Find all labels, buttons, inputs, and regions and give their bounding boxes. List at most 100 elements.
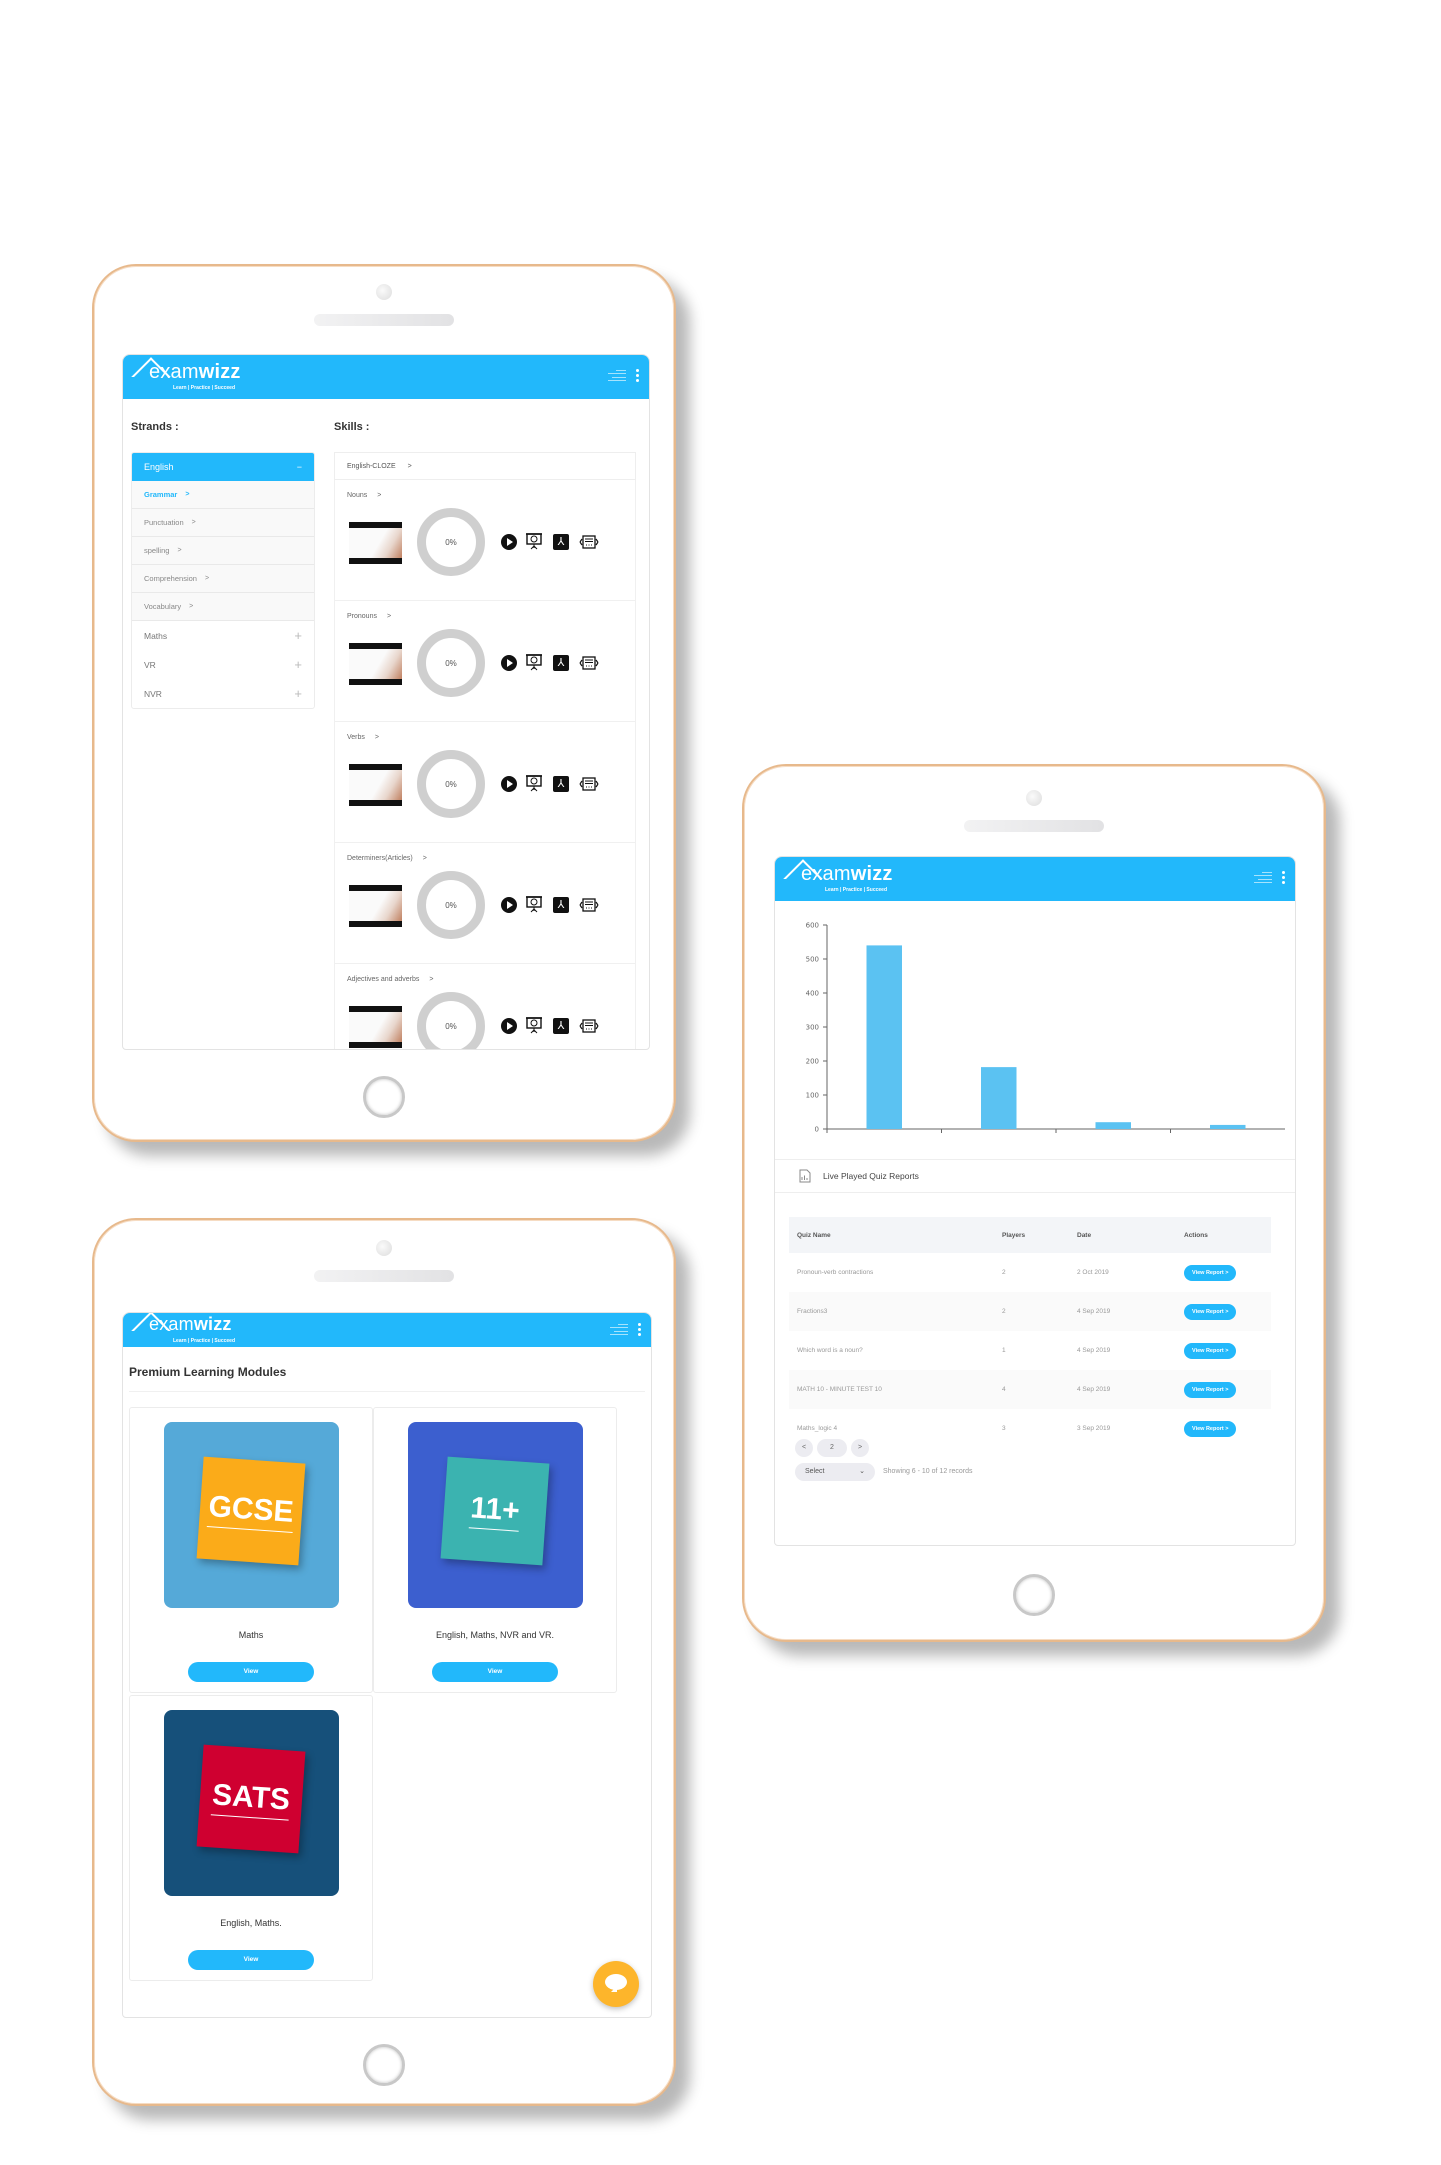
- view-module-button[interactable]: View: [188, 1950, 314, 1970]
- embed-worksheet-icon[interactable]: [577, 655, 601, 671]
- pdf-icon[interactable]: ⅄: [553, 655, 569, 671]
- presentation-icon[interactable]: [525, 895, 543, 913]
- view-report-button[interactable]: View Report >: [1184, 1342, 1237, 1359]
- progress-ring: 0%: [417, 629, 485, 697]
- video-thumbnail[interactable]: [349, 522, 402, 564]
- next-page-button[interactable]: >: [851, 1439, 869, 1457]
- view-module-button[interactable]: View: [432, 1662, 558, 1682]
- progress-value: 0%: [445, 779, 457, 789]
- page-2-button[interactable]: 2: [817, 1439, 847, 1457]
- expand-icon[interactable]: +: [294, 686, 302, 701]
- strand-vr[interactable]: VR +: [132, 650, 314, 679]
- y-tick-label: 300: [806, 1024, 819, 1032]
- examwizz-logo[interactable]: examwizz Learn | Practice | Succeed: [131, 357, 263, 397]
- skill-name-link[interactable]: Verbs >: [347, 734, 379, 741]
- strand-subitem-spelling[interactable]: spelling >: [132, 537, 314, 565]
- skill-name-link[interactable]: Pronouns >: [347, 613, 391, 620]
- logo-text-bold: wizz: [850, 863, 893, 885]
- strand-subitem-punctuation[interactable]: Punctuation >: [132, 509, 314, 537]
- report-file-icon: [799, 1169, 811, 1183]
- table-header-row: Quiz Name Players Date Actions: [789, 1217, 1271, 1253]
- players-bar-chart: 0100200300400500600Mohammedt/11 plus cam…: [806, 922, 1285, 1134]
- pdf-icon[interactable]: ⅄: [553, 534, 569, 550]
- play-icon[interactable]: [501, 897, 517, 913]
- home-button[interactable]: [1013, 1574, 1055, 1616]
- module-card-sats: SATS English, Maths. View: [129, 1695, 373, 1981]
- module-image[interactable]: GCSE: [164, 1422, 339, 1608]
- progress-ring: 0%: [417, 871, 485, 939]
- pdf-icon[interactable]: ⅄: [553, 1018, 569, 1034]
- strand-maths[interactable]: Maths +: [132, 621, 314, 650]
- skill-name-link[interactable]: Adjectives and adverbs >: [347, 976, 433, 983]
- view-report-button[interactable]: View Report >: [1184, 1381, 1237, 1398]
- view-report-button[interactable]: View Report >: [1184, 1420, 1237, 1437]
- chevron-right-icon: >: [429, 976, 434, 983]
- embed-worksheet-icon[interactable]: [577, 534, 601, 550]
- embed-worksheet-icon[interactable]: [577, 897, 601, 913]
- pdf-icon[interactable]: ⅄: [553, 897, 569, 913]
- module-image[interactable]: SATS: [164, 1710, 339, 1896]
- skill-group-english-cloze[interactable]: English-CLOZE >: [334, 452, 636, 480]
- examwizz-logo[interactable]: examwizz Learn | Practice | Succeed: [131, 1313, 263, 1351]
- video-thumbnail[interactable]: [349, 885, 402, 927]
- strand-english[interactable]: English −: [132, 453, 314, 481]
- strand-subitem-comprehension[interactable]: Comprehension >: [132, 565, 314, 593]
- presentation-icon[interactable]: [525, 532, 543, 550]
- players-count: 2: [994, 1292, 1069, 1331]
- play-icon[interactable]: [501, 655, 517, 671]
- skill-name-link[interactable]: Nouns >: [347, 492, 381, 499]
- more-options-icon[interactable]: [636, 369, 639, 382]
- pdf-icon[interactable]: ⅄: [553, 776, 569, 792]
- presentation-icon[interactable]: [525, 774, 543, 792]
- progress-value: 0%: [445, 537, 457, 547]
- view-module-button[interactable]: View: [188, 1662, 314, 1682]
- embed-worksheet-icon[interactable]: [577, 776, 601, 792]
- examwizz-logo[interactable]: examwizz Learn | Practice | Succeed: [783, 859, 915, 899]
- video-thumbnail[interactable]: [349, 643, 402, 685]
- menu-icon[interactable]: [1254, 871, 1272, 884]
- play-icon[interactable]: [501, 776, 517, 792]
- expand-icon[interactable]: +: [294, 657, 302, 672]
- strand-subitem-grammar[interactable]: Grammar >: [132, 481, 314, 509]
- menu-icon[interactable]: [610, 1323, 628, 1336]
- column-header-date[interactable]: Date: [1069, 1217, 1176, 1253]
- table-row: MATH 10 - MINUTE TEST 10 4 4 Sep 2019 View …: [789, 1370, 1271, 1409]
- column-header-players[interactable]: Players: [994, 1217, 1069, 1253]
- module-description: English, Maths, NVR and VR.: [435, 1630, 555, 1640]
- logo-text-light: exam: [801, 863, 851, 885]
- chat-icon[interactable]: [593, 1961, 639, 2007]
- view-report-button[interactable]: View Report >: [1184, 1303, 1237, 1320]
- video-thumbnail[interactable]: [349, 764, 402, 806]
- video-thumbnail[interactable]: [349, 1006, 402, 1048]
- home-button[interactable]: [363, 2044, 405, 2086]
- presentation-icon[interactable]: [525, 653, 543, 671]
- module-card-gcse: GCSE Maths View: [129, 1407, 373, 1693]
- strand-subitem-vocabulary[interactable]: Vocabulary >: [132, 593, 314, 621]
- more-options-icon[interactable]: [1282, 871, 1285, 884]
- progress-ring: 0%: [417, 508, 485, 576]
- column-header-quiz-name[interactable]: Quiz Name: [789, 1217, 994, 1253]
- play-icon[interactable]: [501, 1018, 517, 1034]
- chevron-right-icon: >: [422, 855, 427, 862]
- menu-icon[interactable]: [608, 369, 626, 382]
- more-options-icon[interactable]: [638, 1323, 641, 1336]
- strand-nvr[interactable]: NVR +: [132, 679, 314, 708]
- module-badge: 11+: [440, 1456, 550, 1566]
- embed-worksheet-icon[interactable]: [577, 1018, 601, 1034]
- page-size-select[interactable]: Select ⌄: [795, 1463, 875, 1481]
- y-tick-label: 0: [815, 1126, 819, 1134]
- collapse-icon[interactable]: −: [297, 462, 302, 472]
- quiz-name: Pronoun-verb contractions: [797, 1269, 874, 1276]
- chevron-right-icon: >: [177, 547, 182, 554]
- skill-name-link[interactable]: Determiners(Articles) >: [347, 855, 427, 862]
- module-image[interactable]: 11+: [408, 1422, 583, 1608]
- expand-icon[interactable]: +: [294, 628, 302, 643]
- play-icon[interactable]: [501, 534, 517, 550]
- view-report-button[interactable]: View Report >: [1184, 1264, 1237, 1281]
- chevron-right-icon: >: [386, 613, 392, 620]
- quiz-date: 2 Oct 2019: [1077, 1269, 1109, 1276]
- presentation-icon[interactable]: [525, 1016, 543, 1034]
- prev-page-button[interactable]: <: [795, 1439, 813, 1457]
- progress-value: 0%: [445, 658, 457, 668]
- home-button[interactable]: [363, 1076, 405, 1118]
